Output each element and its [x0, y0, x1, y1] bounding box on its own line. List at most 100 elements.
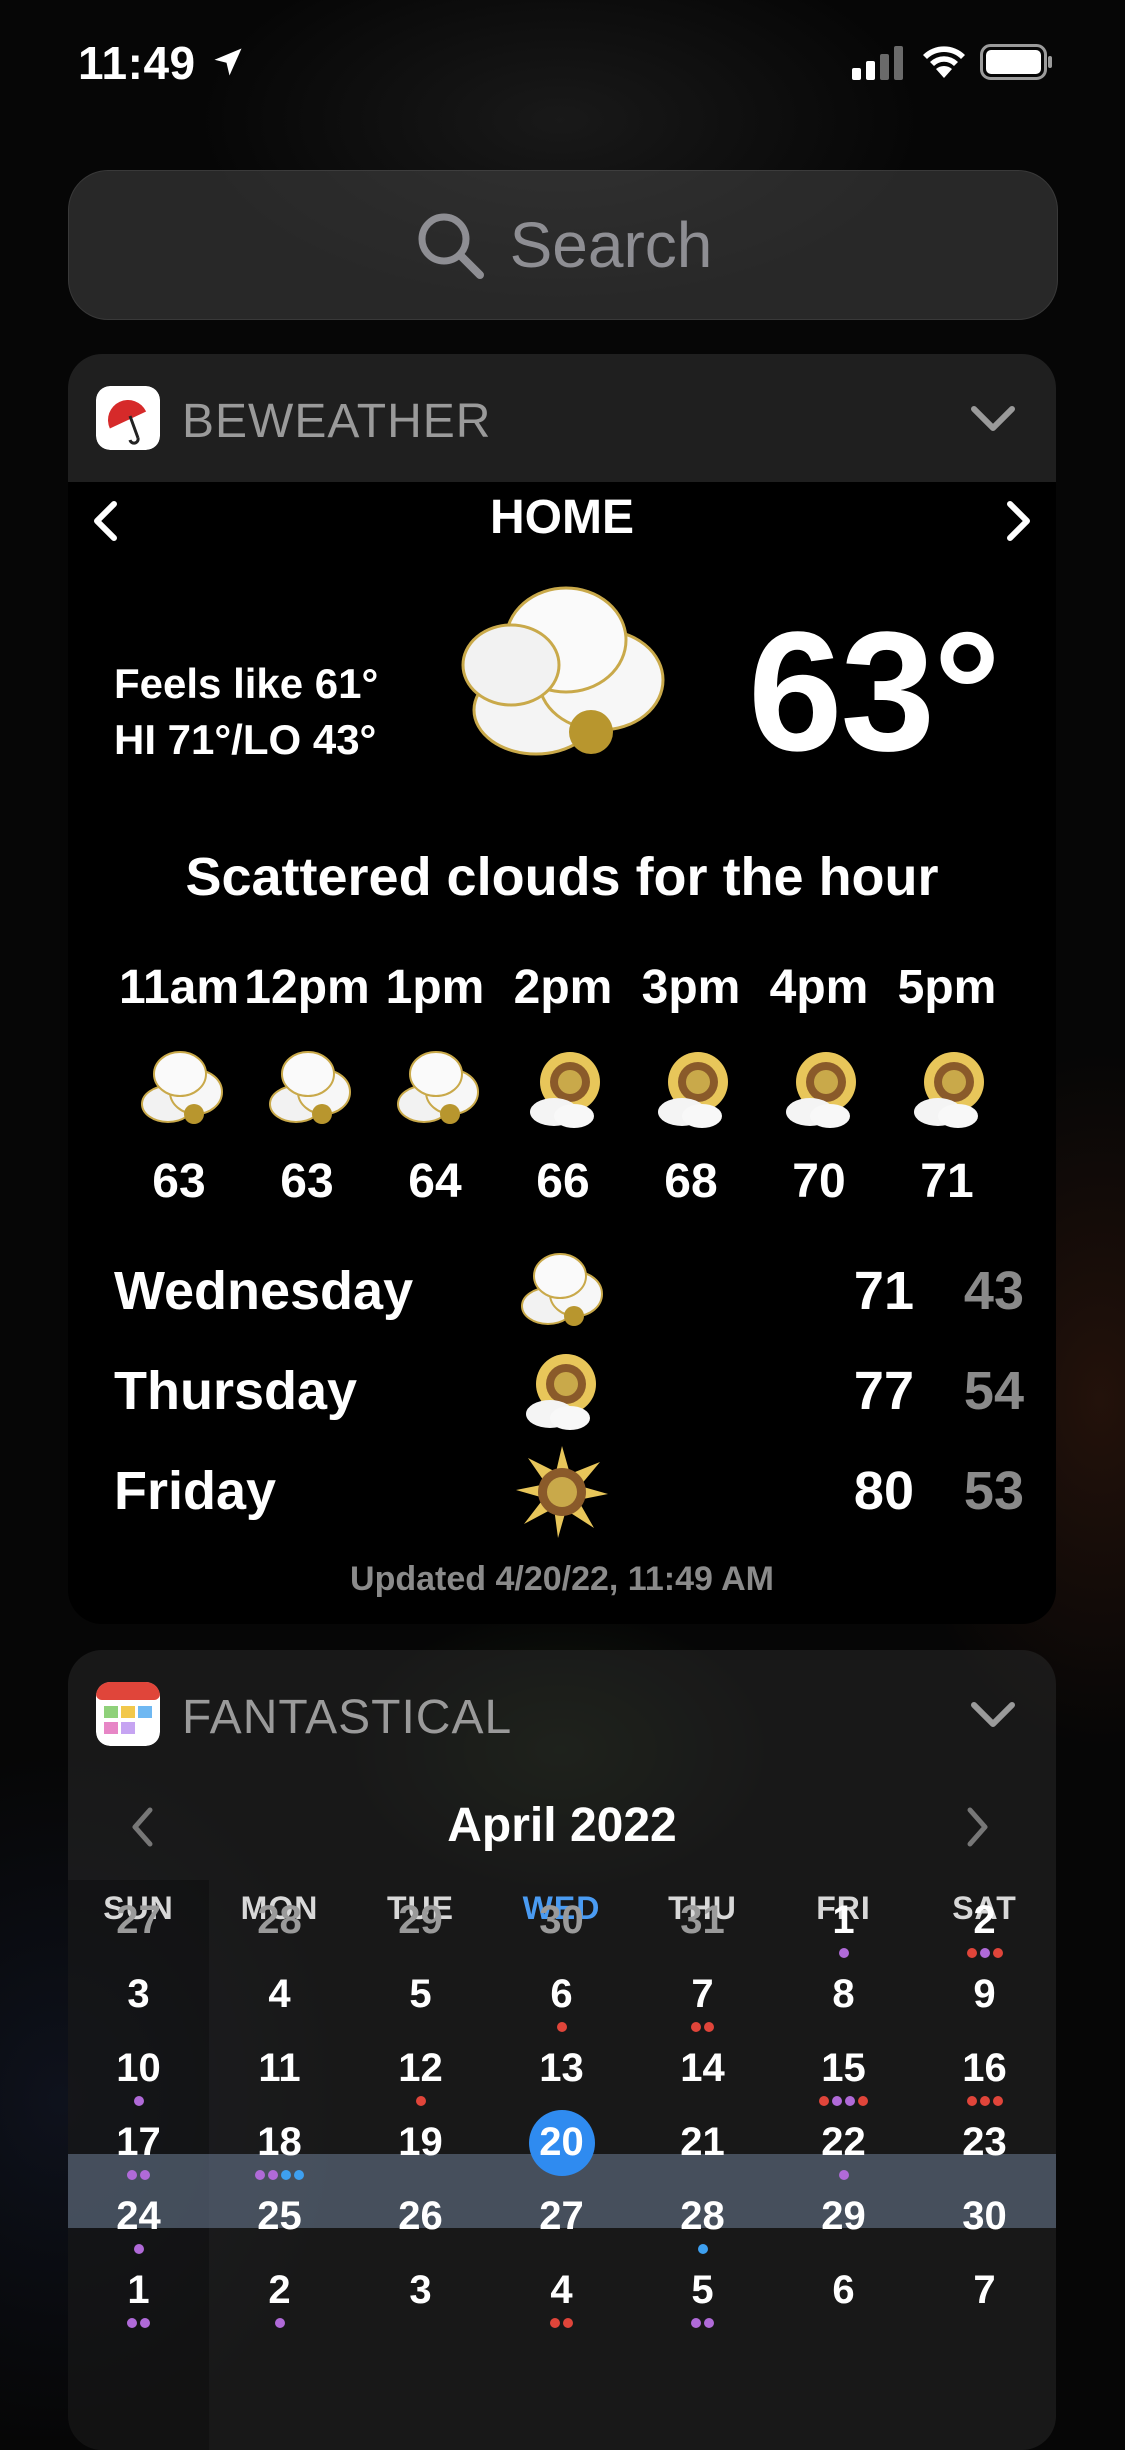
day-number: 7	[973, 2268, 996, 2312]
calendar-day-cell[interactable]: 3	[350, 2254, 491, 2328]
day-number: 6	[832, 2268, 855, 2312]
day-number: 27	[539, 2194, 584, 2238]
calendar-day-cell[interactable]: 2	[209, 2254, 350, 2328]
calendar-day-cell[interactable]: 1	[773, 1884, 914, 1958]
day-number: 4	[550, 2268, 573, 2312]
partly-sunny-icon	[658, 1052, 728, 1128]
hour-temp: 63	[152, 1155, 206, 1208]
month-title: April 2022	[447, 1799, 677, 1852]
event-dot	[550, 2318, 560, 2328]
event-dot	[140, 2170, 150, 2180]
event-dot	[127, 2170, 137, 2180]
calendar-day-cell[interactable]: 5	[350, 1958, 491, 2032]
day-number: 15	[821, 2046, 866, 2090]
calendar-day-cell[interactable]: 12	[350, 2032, 491, 2106]
calendar-day-cell[interactable]: 31	[632, 1884, 773, 1958]
calendar-day-cell[interactable]: 28	[209, 1884, 350, 1958]
sunny-icon	[516, 1446, 608, 1538]
calendar-day-cell[interactable]: 26	[350, 2180, 491, 2254]
day-number: 25	[257, 2194, 302, 2238]
calendar-day-cell[interactable]: 29	[350, 1884, 491, 1958]
day-number: 22	[821, 2120, 866, 2164]
calendar-day-cell[interactable]: 27	[68, 1884, 209, 1958]
feels-like-block: Feels like 61° HI 71°/LO 43°	[114, 656, 378, 768]
calendar-day-cell[interactable]: 8	[773, 1958, 914, 2032]
calendar-day-cell[interactable]: 4	[491, 2254, 632, 2328]
calendar-day-cell[interactable]: 10	[68, 2032, 209, 2106]
calendar-day-cell[interactable]: 11	[209, 2032, 350, 2106]
day-number: 7	[691, 1972, 714, 2016]
calendar-day-cell[interactable]: 14	[632, 2032, 773, 2106]
calendar-day-cell[interactable]: 30	[491, 1884, 632, 1958]
day-number: 2	[973, 1898, 996, 1942]
next-month-icon[interactable]	[966, 1806, 990, 1848]
day-low: 54	[963, 1361, 1024, 1421]
calendar-day-cell[interactable]: 24	[68, 2180, 209, 2254]
calendar-day-cell[interactable]: 27	[491, 2180, 632, 2254]
calendar-day-cell[interactable]: 17	[68, 2106, 209, 2180]
battery-icon	[980, 44, 1052, 80]
event-dot	[966, 2096, 977, 2106]
partly-sunny-icon	[530, 1052, 600, 1128]
day-number: 14	[680, 2046, 725, 2090]
calendar-day-cell[interactable]: 15	[773, 2032, 914, 2106]
day-number: 3	[409, 2268, 432, 2312]
cellular-signal-icon	[852, 46, 903, 80]
calendar-day-cell[interactable]: 20	[491, 2106, 632, 2180]
calendar-day-cell[interactable]: 6	[491, 1958, 632, 2032]
partly-sunny-icon	[526, 1354, 596, 1430]
calendar-day-cell[interactable]: 5	[632, 2254, 773, 2328]
day-high: 77	[853, 1361, 914, 1421]
calendar-day-cell[interactable]: 25	[209, 2180, 350, 2254]
chevron-right-icon[interactable]	[1006, 500, 1032, 542]
chevron-down-icon[interactable]	[970, 1700, 1016, 1730]
day-number: 12	[398, 2046, 443, 2090]
day-number: 2	[268, 2268, 291, 2312]
event-dot	[838, 1948, 849, 1958]
widget-app-name: FANTASTICAL	[182, 1691, 513, 1744]
chevron-down-icon[interactable]	[970, 404, 1016, 434]
event-dot	[992, 2096, 1003, 2106]
fantastical-widget[interactable]: FANTASTICAL April 2022 SUN MON TUE WED T…	[68, 1650, 1056, 2450]
event-dot	[819, 2096, 829, 2106]
day-number: 24	[116, 2194, 161, 2238]
calendar-day-cell[interactable]: 4	[209, 1958, 350, 2032]
event-dot	[133, 2244, 144, 2254]
day-number: 4	[268, 1972, 291, 2016]
calendar-day-cell[interactable]: 28	[632, 2180, 773, 2254]
calendar-day-cell[interactable]: 29	[773, 2180, 914, 2254]
calendar-day-cell[interactable]: 13	[491, 2032, 632, 2106]
calendar-day-cell[interactable]: 22	[773, 2106, 914, 2180]
calendar-day-cell[interactable]: 16	[914, 2032, 1055, 2106]
calendar-day-cell[interactable]: 3	[68, 1958, 209, 2032]
calendar-day-cell[interactable]: 7	[914, 2254, 1055, 2328]
hour-temp: 71	[920, 1155, 974, 1208]
calendar-day-cell[interactable]: 2	[914, 1884, 1055, 1958]
event-dots	[632, 2318, 773, 2332]
event-dot	[979, 2096, 990, 2106]
event-dot	[691, 2318, 701, 2328]
calendar-day-cell[interactable]: 21	[632, 2106, 773, 2180]
day-number: 6	[550, 1972, 573, 2016]
day-number: 18	[257, 2120, 302, 2164]
daily-forecast-row: Wednesday 71 43	[114, 1253, 1024, 1350]
calendar-day-cell[interactable]: 1	[68, 2254, 209, 2328]
hour-temp: 68	[664, 1155, 718, 1208]
calendar-day-cell[interactable]: 19	[350, 2106, 491, 2180]
search-field[interactable]: Search	[68, 170, 1058, 320]
beweather-widget[interactable]: BEWEATHER HOME Feels like 61° HI 71°/LO …	[68, 354, 1056, 1624]
calendar-day-cell[interactable]: 6	[773, 2254, 914, 2328]
calendar-day-cell[interactable]: 18	[209, 2106, 350, 2180]
calendar-day-cell[interactable]: 9	[914, 1958, 1055, 2032]
calendar-day-cell[interactable]: 23	[914, 2106, 1055, 2180]
day-high: 80	[853, 1461, 914, 1521]
day-number: 28	[257, 1898, 302, 1942]
event-dot	[992, 1948, 1003, 1958]
calendar-day-cell[interactable]: 30	[914, 2180, 1055, 2254]
event-dot	[838, 2170, 849, 2180]
daily-forecast-row: Thursday 77 54	[114, 1354, 1024, 1450]
calendar-day-cell[interactable]: 7	[632, 1958, 773, 2032]
weather-summary: Scattered clouds for the hour	[185, 847, 939, 907]
umbrella-app-icon	[96, 386, 160, 450]
partly-sunny-icon	[914, 1052, 984, 1128]
